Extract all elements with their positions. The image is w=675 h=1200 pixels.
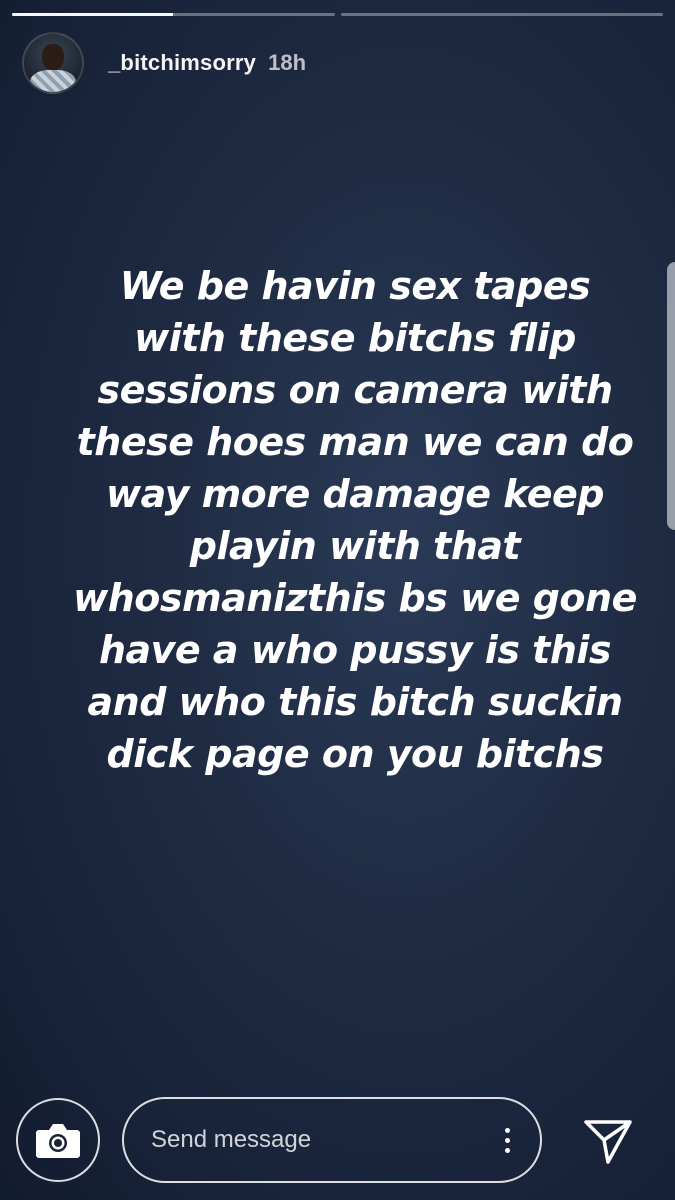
send-button[interactable] xyxy=(582,1116,634,1166)
edge-panel-handle[interactable] xyxy=(667,262,675,530)
camera-button[interactable] xyxy=(16,1098,100,1182)
avatar-head xyxy=(42,44,64,70)
story-progress-bar xyxy=(12,13,663,16)
story-header: _bitchimsorry 18h xyxy=(22,32,306,94)
camera-icon xyxy=(36,1124,80,1158)
avatar[interactable] xyxy=(22,32,84,94)
more-vertical-icon[interactable] xyxy=(505,1127,510,1153)
story-timestamp: 18h xyxy=(268,50,307,75)
progress-segment-1-fill xyxy=(12,13,174,16)
avatar-shirt xyxy=(30,70,76,92)
story-viewer[interactable]: _bitchimsorry 18h We be havin sex tapes … xyxy=(0,0,675,1200)
story-text: We be havin sex tapes with these bitchs … xyxy=(73,264,637,776)
message-placeholder: Send message xyxy=(151,1126,312,1153)
progress-segment-1 xyxy=(12,13,335,16)
send-icon xyxy=(584,1120,632,1164)
progress-segment-2 xyxy=(340,13,663,16)
username[interactable]: _bitchimsorry xyxy=(108,50,256,76)
send-message-input[interactable]: Send message xyxy=(122,1097,542,1183)
